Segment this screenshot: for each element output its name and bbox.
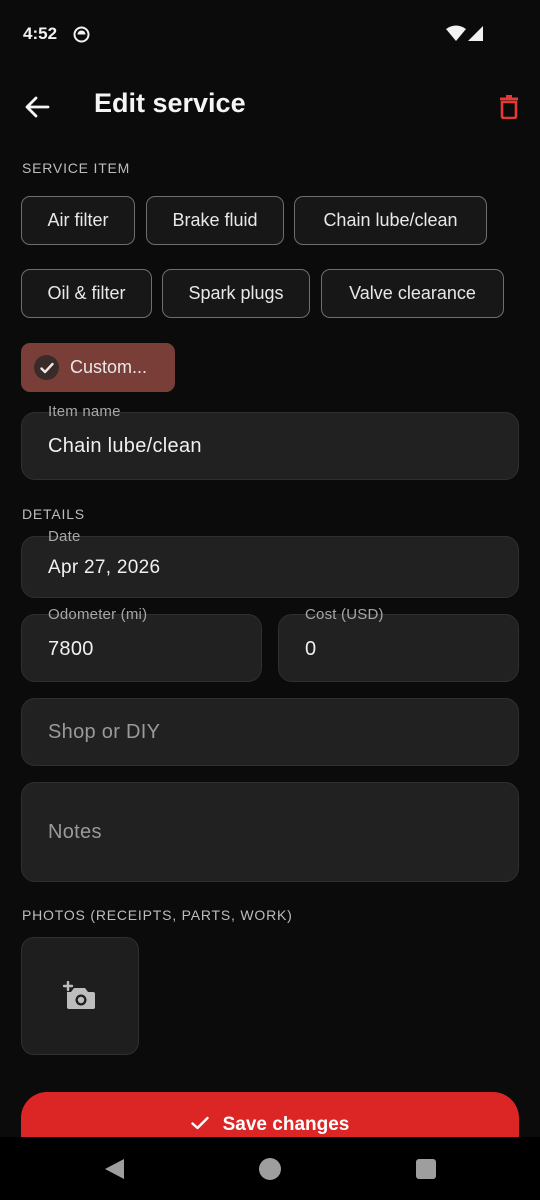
odometer-field[interactable]: Odometer (mi) 7800	[21, 606, 262, 682]
notes-field[interactable]: Notes	[21, 782, 519, 882]
chip-valve-clearance[interactable]: Valve clearance	[321, 269, 504, 318]
status-bar: 4:52	[0, 0, 540, 68]
wifi-icon	[446, 25, 466, 41]
date-field[interactable]: Date Apr 27, 2026	[21, 528, 519, 598]
cost-value: 0	[305, 638, 317, 660]
chip-custom[interactable]: Custom...	[21, 343, 175, 392]
check-icon	[190, 1116, 209, 1130]
item-name-field[interactable]: Item name Chain lube/clean	[21, 403, 519, 480]
chip-spark-plugs[interactable]: Spark plugs	[162, 269, 310, 318]
save-changes-label: Save changes	[222, 1114, 350, 1135]
system-nav-bar	[0, 1137, 540, 1200]
check-icon	[34, 355, 59, 380]
item-name-value: Chain lube/clean	[48, 435, 202, 457]
app-bar: Edit service	[0, 68, 540, 144]
chip-chain-lube[interactable]: Chain lube/clean	[294, 196, 487, 245]
back-button[interactable]	[20, 90, 54, 124]
back-arrow-icon	[25, 96, 50, 118]
cost-label: Cost (USD)	[305, 606, 384, 623]
section-label-details: DETAILS	[22, 506, 85, 522]
section-label-photos: PHOTOS (RECEIPTS, PARTS, WORK)	[22, 907, 293, 923]
date-value: Apr 27, 2026	[48, 557, 161, 578]
odometer-value: 7800	[48, 638, 94, 660]
add-photo-button[interactable]	[21, 937, 139, 1055]
chip-brake-fluid[interactable]: Brake fluid	[146, 196, 284, 245]
cost-field[interactable]: Cost (USD) 0	[278, 606, 519, 682]
app-notification-icon	[73, 26, 90, 43]
delete-button[interactable]	[492, 89, 526, 123]
nav-recents-icon[interactable]	[416, 1159, 436, 1179]
page-title: Edit service	[94, 88, 246, 118]
nav-home-icon[interactable]	[259, 1158, 281, 1180]
item-name-label: Item name	[48, 403, 121, 420]
chip-oil-filter[interactable]: Oil & filter	[21, 269, 152, 318]
nav-back-icon[interactable]	[104, 1158, 125, 1180]
trash-icon	[500, 94, 518, 119]
shop-field[interactable]: Shop or DIY	[21, 698, 519, 766]
add-photo-icon	[63, 981, 95, 1009]
status-time: 4:52	[23, 24, 58, 43]
odometer-label: Odometer (mi)	[48, 606, 148, 623]
section-label-service-item: SERVICE ITEM	[22, 160, 131, 176]
signal-icon	[468, 26, 483, 41]
date-label: Date	[48, 528, 81, 545]
chip-air-filter[interactable]: Air filter	[21, 196, 135, 245]
shop-placeholder: Shop or DIY	[48, 721, 161, 743]
chip-custom-label: Custom...	[70, 357, 148, 377]
notes-placeholder: Notes	[48, 821, 102, 843]
